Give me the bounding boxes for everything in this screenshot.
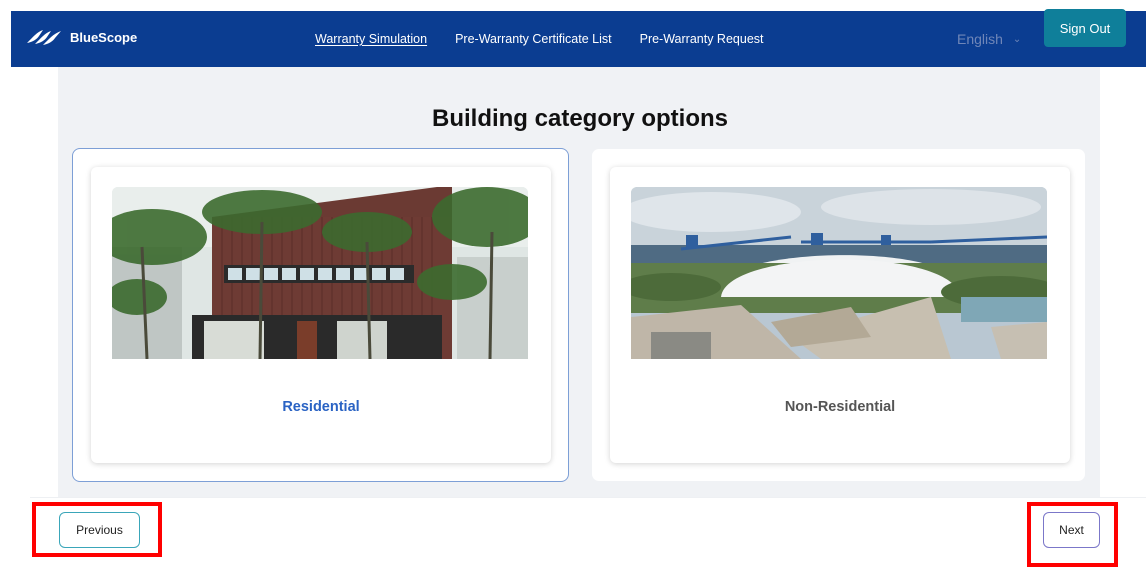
sign-out-button[interactable]: Sign Out bbox=[1044, 9, 1126, 47]
previous-button[interactable]: Previous bbox=[59, 512, 140, 548]
option-card-non-residential-inner[interactable]: Non-Residential bbox=[610, 167, 1070, 463]
option-card-non-residential[interactable]: Non-Residential bbox=[591, 148, 1086, 482]
language-value: English bbox=[957, 31, 1003, 47]
logo-text: BlueScope bbox=[70, 29, 138, 45]
residential-building-image bbox=[112, 187, 528, 359]
option-card-residential-inner[interactable]: Residential bbox=[91, 167, 551, 463]
nav-pre-warranty-certificate-list[interactable]: Pre-Warranty Certificate List bbox=[455, 32, 612, 46]
option-label-residential: Residential bbox=[282, 399, 360, 415]
top-navigation-bar: BlueScope Warranty Simulation Pre-Warran… bbox=[11, 11, 1146, 67]
nav-pre-warranty-request[interactable]: Pre-Warranty Request bbox=[640, 32, 764, 46]
chevron-down-icon: ⌄ bbox=[1012, 33, 1022, 45]
next-button[interactable]: Next bbox=[1043, 512, 1100, 548]
option-card-residential[interactable]: Residential bbox=[72, 148, 569, 482]
bluescope-logo[interactable]: BlueScope bbox=[25, 27, 137, 47]
industrial-facility-image bbox=[631, 187, 1047, 359]
option-label-non-residential: Non-Residential bbox=[784, 399, 896, 415]
bluescope-logo-icon bbox=[27, 30, 61, 45]
language-select[interactable]: English ⌄ bbox=[957, 11, 1021, 67]
main-nav: Warranty Simulation Pre-Warranty Certifi… bbox=[315, 11, 764, 67]
page-title: Building category options bbox=[431, 105, 728, 132]
nav-warranty-simulation[interactable]: Warranty Simulation bbox=[315, 32, 427, 46]
footer-divider bbox=[30, 497, 1146, 498]
